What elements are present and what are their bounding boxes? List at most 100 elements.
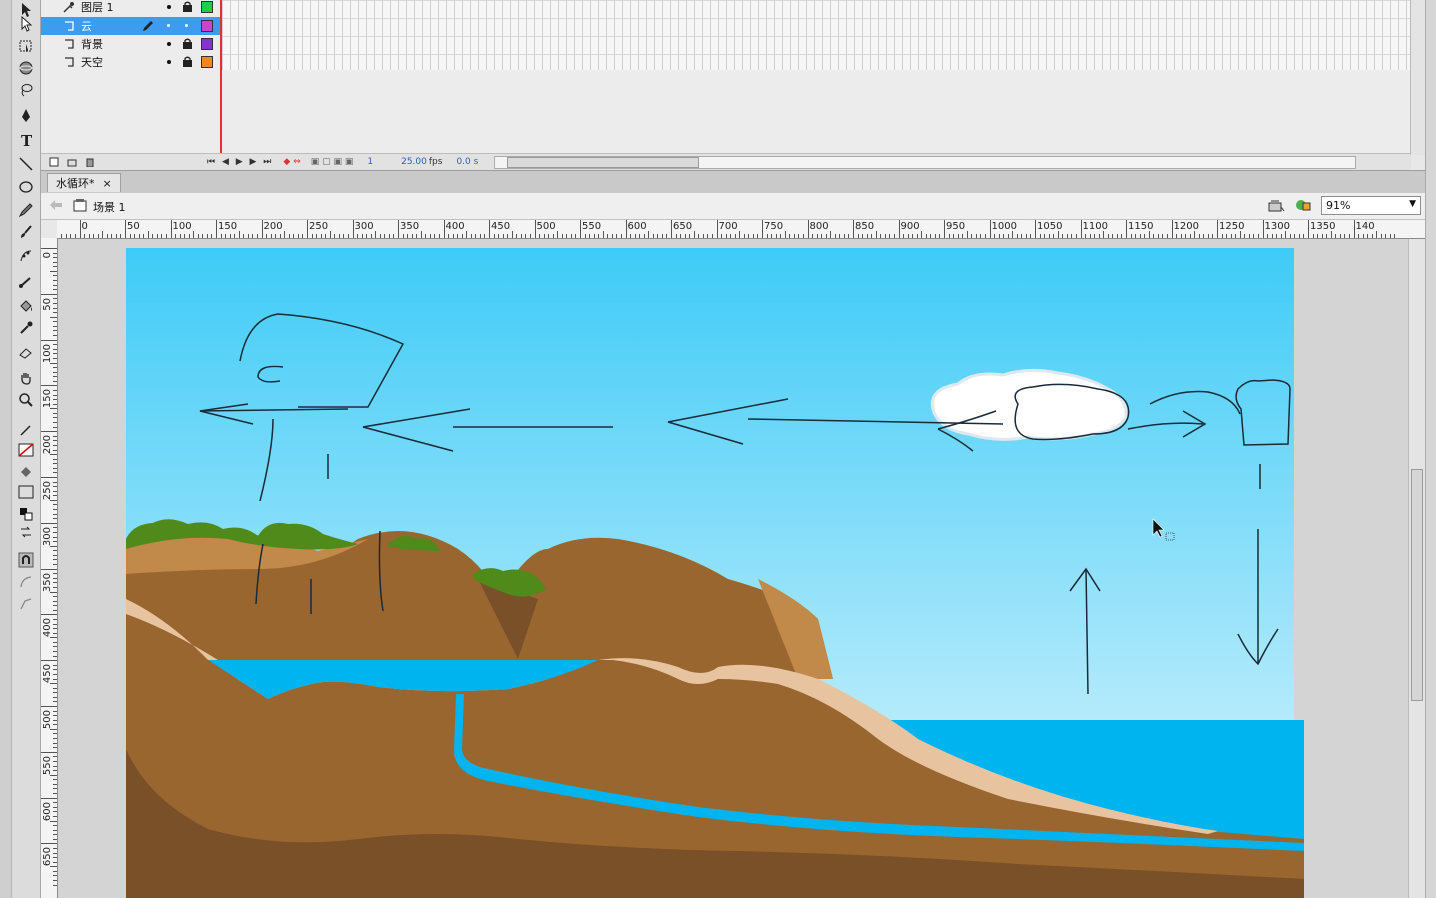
layer-row[interactable]: 天空 [41,53,221,71]
timeline-vscroll[interactable] [1410,0,1425,155]
text-tool[interactable]: T [15,130,37,150]
ruler-tick [848,234,850,238]
ruler-tick [648,231,650,238]
lasso-tool[interactable] [15,80,37,100]
lock-icon[interactable] [183,1,192,12]
timeline-hscroll[interactable] [494,155,1357,169]
ruler-tick [1039,234,1041,238]
fill-color-tool[interactable] [15,462,37,482]
layer-color-swatch[interactable] [201,56,213,68]
edit-scene-icon[interactable] [1267,197,1285,213]
trash-icon[interactable] [85,157,95,167]
ruler-tick [580,220,581,238]
stroke-color-swatch[interactable] [15,440,37,460]
close-icon[interactable]: × [103,177,112,190]
pencil-edit-icon [143,21,153,31]
scene-name[interactable]: 场景 1 [93,199,126,215]
ruler-tick [297,234,299,238]
hand-tool[interactable] [15,368,37,388]
frames-grid[interactable] [222,0,1410,70]
swap-colors-button[interactable] [15,522,37,542]
lock-icon[interactable] [183,38,192,49]
ruler-tick [507,234,509,238]
pen-tool[interactable] [15,106,37,126]
layer-color-swatch[interactable] [201,1,213,13]
ruler-tick [893,234,895,238]
stage-vscroll-thumb[interactable] [1411,469,1423,701]
lock-icon[interactable] [183,56,192,67]
ruler-tick [1003,234,1005,238]
onion-skin-icon[interactable]: ◆ ⇔ [283,157,300,167]
playhead[interactable] [220,0,222,170]
deco-tool[interactable] [15,246,37,266]
ruler-tick [1030,234,1032,238]
fps-value[interactable]: 25.00 [401,157,427,167]
stroke-color-tool[interactable] [15,420,37,440]
ruler-tick [338,234,340,238]
fill-color-swatch[interactable] [15,482,37,502]
ruler-tick [53,738,57,740]
eraser-tool[interactable] [15,342,37,362]
visibility-dot[interactable] [167,42,171,46]
visibility-dot[interactable] [167,5,171,9]
ruler-tick [962,234,964,238]
straighten-button[interactable] [15,594,37,614]
ruler-tick [1312,234,1314,238]
brush-tool[interactable] [15,222,37,242]
oval-tool[interactable] [15,176,37,196]
ruler-tick [238,231,240,238]
stage-vscroll[interactable] [1408,239,1425,898]
edit-symbols-icon[interactable] [1295,197,1313,213]
ruler-tick [1235,234,1237,238]
ruler-tick [1344,234,1346,238]
onion-options-icon[interactable]: ▣ ▢ ▣ ▣ [311,157,354,167]
visibility-dot[interactable] [167,24,170,27]
stage-canvas[interactable] [58,239,1408,898]
ruler-tick [1257,234,1259,238]
paint-bucket-tool[interactable] [15,296,37,316]
eyedropper-tool[interactable] [15,318,37,338]
layer-row[interactable]: 背景 [41,35,221,53]
ruler-tick [1276,234,1278,238]
bone-tool[interactable] [15,272,37,292]
zoom-select[interactable]: 91% ▼ [1321,196,1421,215]
snap-magnet-button[interactable] [15,550,37,570]
ruler-tick [53,765,57,767]
ruler-tick [65,234,67,238]
ruler-tick [1339,234,1341,238]
line-tool[interactable] [15,154,37,174]
free-transform-tool[interactable] [15,36,37,56]
new-layer-icon[interactable] [49,157,59,167]
ruler-tick [1048,234,1050,238]
ruler-tick [998,234,1000,238]
zoom-tool[interactable] [15,390,37,410]
timeline-hscroll-thumb[interactable] [507,156,700,168]
ruler-label: 140 [1355,221,1375,232]
ruler-tick [1198,234,1200,238]
new-folder-icon[interactable] [67,157,77,167]
ruler-label: 400 [445,221,465,232]
3d-rotation-tool[interactable] [15,58,37,78]
back-arrow-icon[interactable] [49,199,63,211]
lock-dot[interactable] [185,24,188,27]
ruler-tick [53,806,57,808]
black-white-button[interactable] [15,504,37,524]
layer-row[interactable]: 云 [41,17,221,35]
ruler-tick [53,394,57,396]
pencil-tool[interactable] [15,200,37,220]
layer-color-swatch[interactable] [201,38,213,50]
ruler-tick [1280,234,1282,238]
document-tab[interactable]: 水循环* × [47,173,121,192]
layer-icon [65,57,74,67]
layer-color-swatch[interactable] [201,20,213,32]
ruler-tick [125,220,126,238]
ruler-tick [384,234,386,238]
layer-row[interactable]: 图层 1 [41,0,221,16]
subselection-tool[interactable] [15,14,37,34]
playback-controls-icon[interactable]: ⏮ ◀ ▶ ▶ ⏭ [207,157,273,167]
ruler-tick [470,234,472,238]
ruler-tick [411,234,413,238]
visibility-dot[interactable] [167,60,171,64]
smooth-button[interactable] [15,572,37,592]
work-area[interactable] [58,239,1408,898]
